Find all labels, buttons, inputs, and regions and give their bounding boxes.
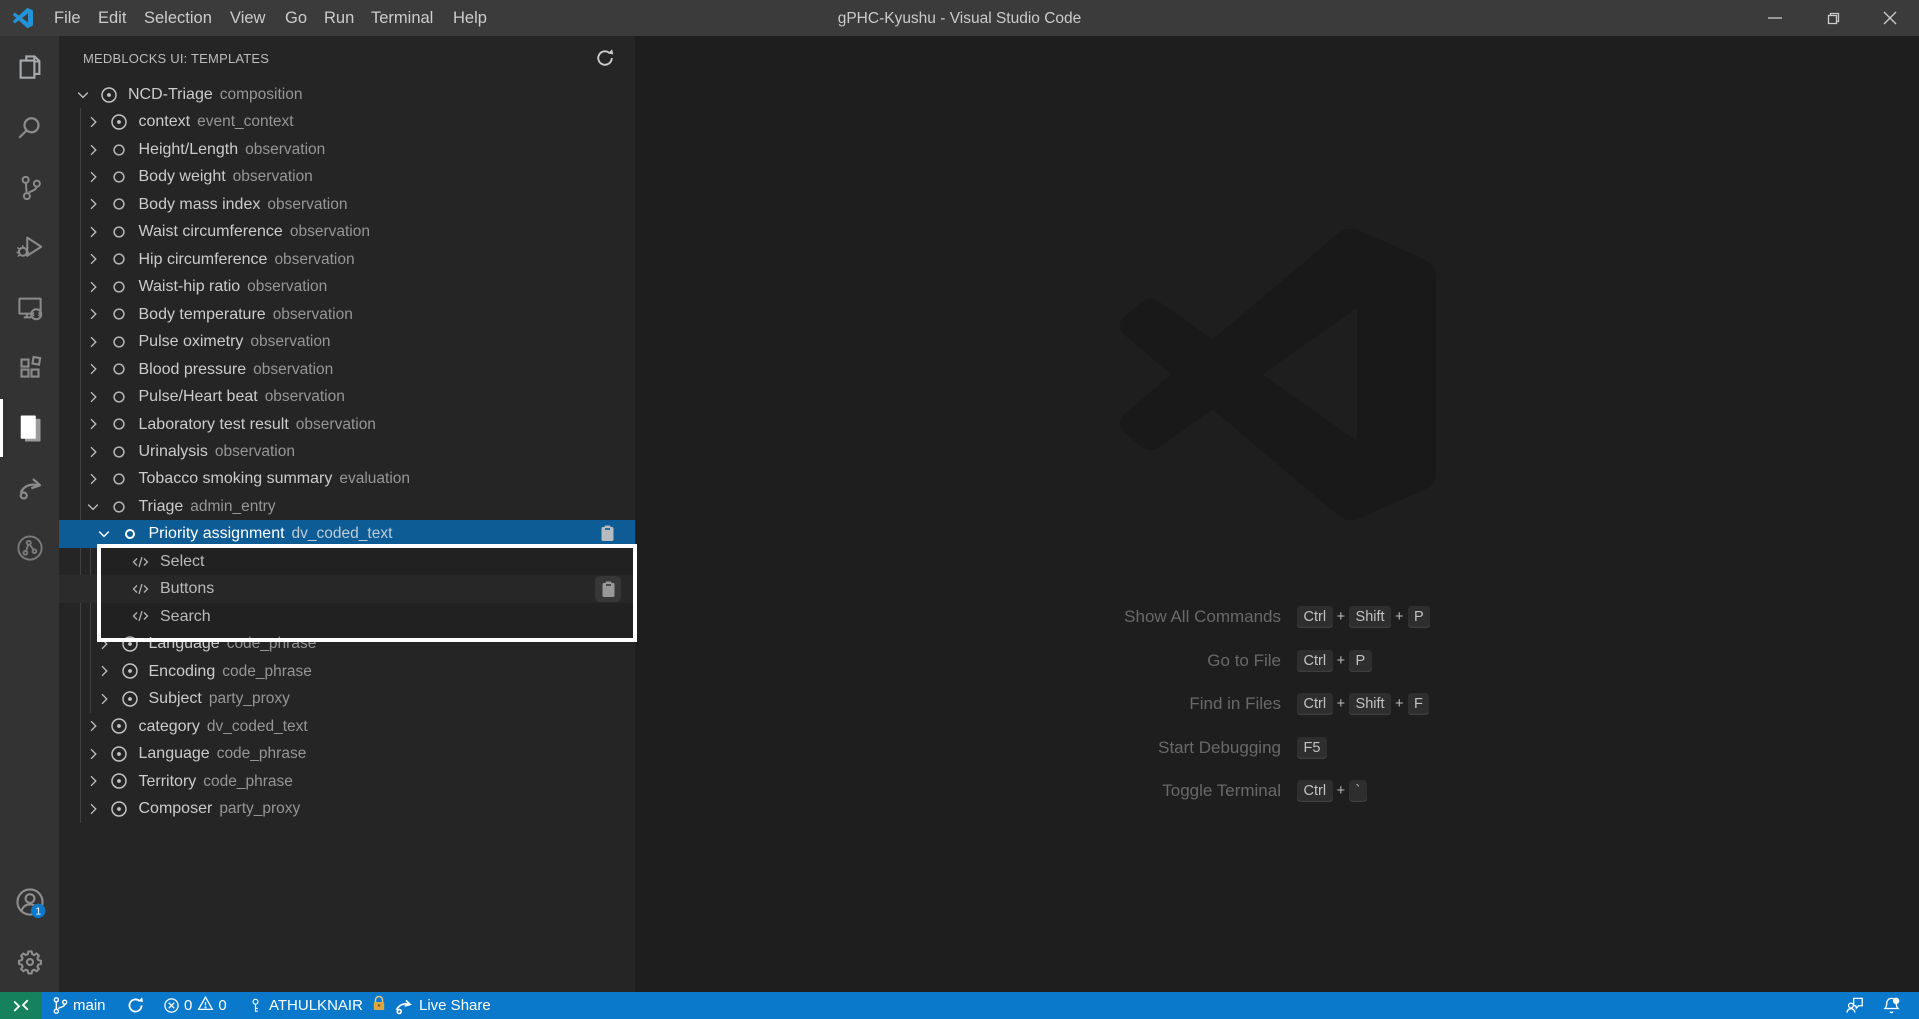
svg-text:1: 1 xyxy=(35,907,41,918)
